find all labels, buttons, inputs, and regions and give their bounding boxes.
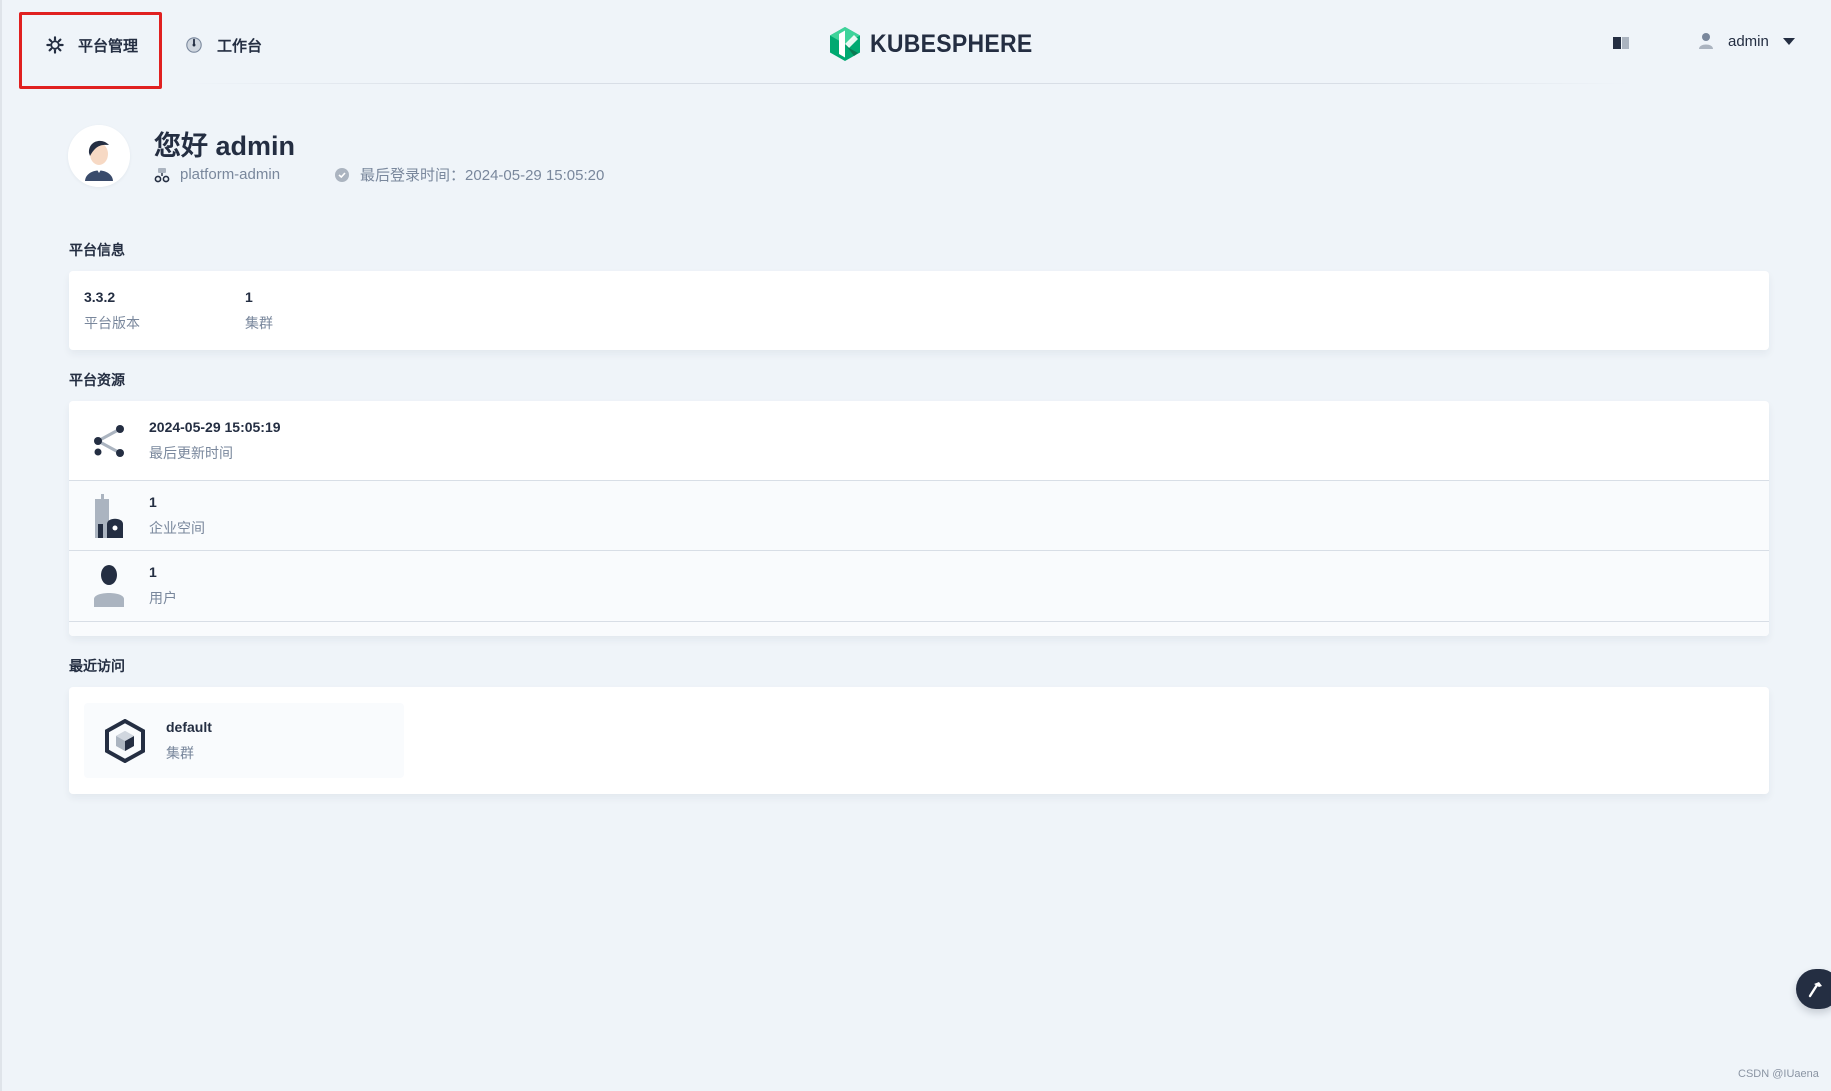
top-header: 平台管理 工作台 KUBESPHERE admin (2, 0, 1831, 89)
info-item-clusters: 1 集群 (245, 289, 273, 333)
document-icon[interactable] (1612, 35, 1630, 51)
cluster-name: default (166, 718, 212, 735)
page: 平台管理 工作台 KUBESPHERE admin 您好 admin platf… (0, 0, 1831, 1091)
kubesphere-logo[interactable]: KUBESPHERE (828, 26, 1047, 62)
watermark: CSDN @IUaena (1738, 1068, 1819, 1080)
resources-card-footer (69, 621, 1769, 636)
clock-icon (335, 167, 350, 182)
kubesphere-logo-icon (830, 27, 860, 61)
chevron-down-icon (1782, 37, 1795, 45)
header-divider (182, 83, 1633, 84)
greeting-title: 您好 admin (154, 131, 296, 161)
clusters-value: 1 (245, 289, 253, 305)
recent-access-title: 最近访问 (69, 658, 125, 674)
nav-workbench[interactable]: 工作台 (185, 30, 262, 60)
user-icon (94, 565, 124, 607)
nav-workbench-label: 工作台 (217, 37, 263, 55)
users-value: 1 (149, 564, 157, 580)
share-nodes-icon (94, 424, 124, 457)
version-label: 平台版本 (84, 315, 140, 331)
workspaces-value: 1 (149, 493, 157, 510)
platform-resources-title: 平台资源 (69, 372, 125, 388)
users-label: 用户 (149, 590, 177, 606)
role-icon (154, 167, 170, 182)
toolbox-button[interactable] (1796, 969, 1831, 1009)
version-value: 3.3.2 (84, 289, 116, 305)
gear-icon (46, 36, 64, 54)
logo-text: KUBESPHERE (870, 29, 1033, 58)
enterprise-building-icon (95, 493, 123, 538)
dashboard-gauge-icon (186, 37, 202, 53)
platform-info-card: 3.3.2 平台版本 1 集群 (69, 271, 1769, 350)
resource-row-workspaces[interactable]: 1 企业空间 (69, 480, 1769, 550)
greeting-meta: platform-admin 最后登录时间：2024-05-29 15:05:2… (154, 164, 604, 185)
resource-row-updated: 2024-05-29 15:05:19 最后更新时间 (69, 401, 1769, 480)
last-login-text: 最后登录时间：2024-05-29 15:05:20 (360, 167, 605, 184)
cluster-icon (105, 718, 145, 763)
resource-row-users[interactable]: 1 用户 (69, 550, 1769, 621)
recent-item-cluster-default[interactable]: default 集群 (84, 703, 404, 778)
info-item-version: 3.3.2 平台版本 (84, 289, 140, 333)
recent-access-card: default 集群 (69, 687, 1769, 794)
platform-resources-card: 2024-05-29 15:05:19 最后更新时间 1 企业空间 1 用户 (69, 401, 1769, 636)
platform-info-title: 平台信息 (69, 242, 125, 258)
nav-platform-management[interactable]: 平台管理 (46, 30, 138, 60)
role-text: platform-admin (180, 166, 281, 183)
nav-platform-label: 平台管理 (78, 37, 139, 55)
user-name: admin (1728, 32, 1769, 50)
workspaces-label: 企业空间 (149, 519, 205, 536)
updated-value: 2024-05-29 15:05:19 (149, 418, 281, 435)
avatar-person-icon (68, 125, 130, 187)
cluster-type: 集群 (166, 744, 194, 761)
avatar (68, 125, 130, 187)
hammer-icon (1808, 982, 1822, 998)
user-menu[interactable]: admin (1698, 32, 1795, 50)
clusters-label: 集群 (245, 315, 273, 331)
user-icon (1699, 33, 1713, 49)
updated-label: 最后更新时间 (149, 444, 233, 461)
